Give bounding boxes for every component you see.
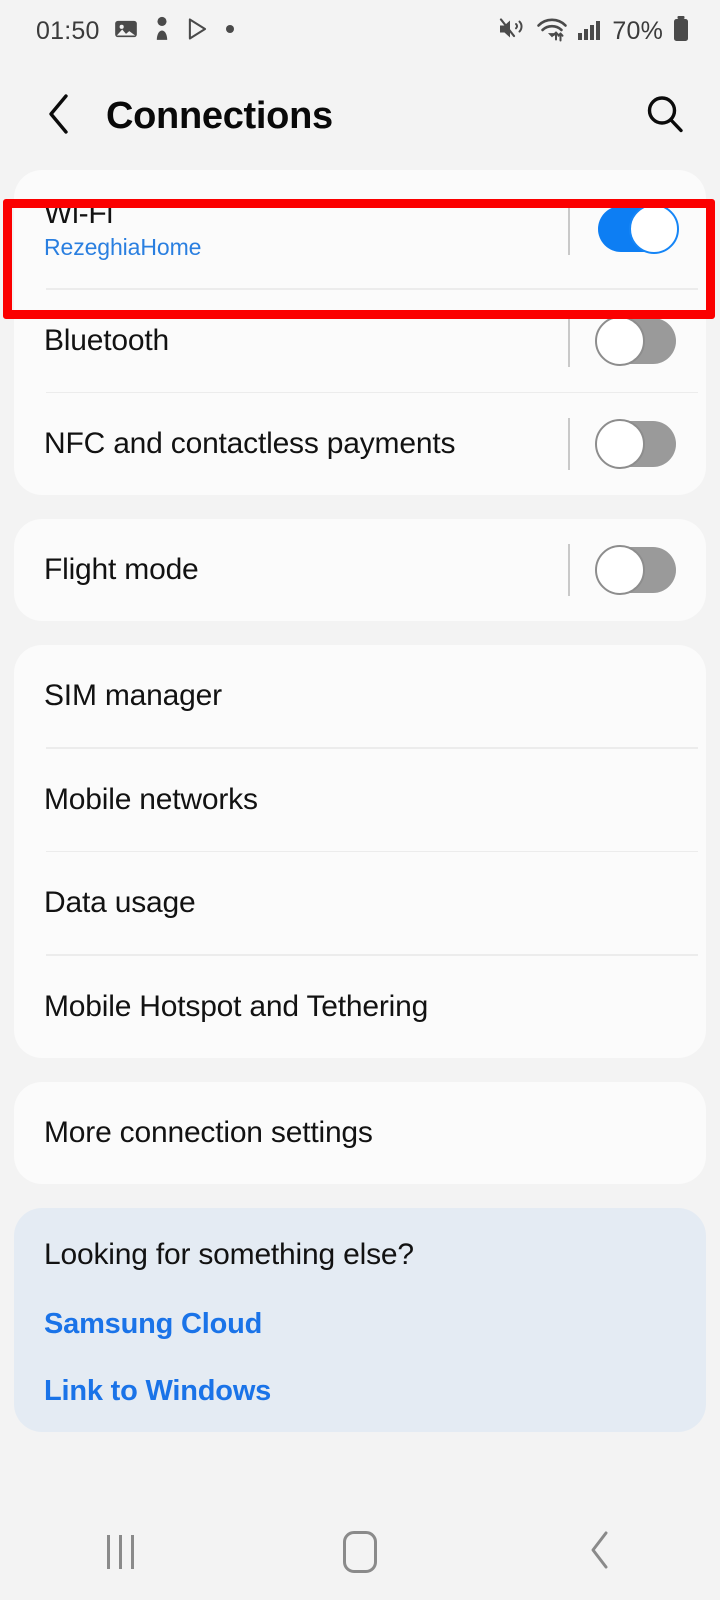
- back-chevron-icon: [587, 1530, 613, 1575]
- toggle-knob: [595, 419, 645, 469]
- battery-icon: [672, 15, 690, 48]
- row-title: More connection settings: [44, 1115, 373, 1149]
- search-button[interactable]: [640, 91, 690, 141]
- row-control-area: [568, 418, 676, 470]
- home-icon: [343, 1531, 377, 1573]
- battery-percent-label: 70%: [612, 16, 663, 45]
- settings-row-hotspot-tethering[interactable]: Mobile Hotspot and Tethering: [14, 956, 706, 1058]
- toggle-knob: [629, 204, 679, 254]
- row-title: Bluetooth: [44, 323, 169, 357]
- toggle-knob: [595, 315, 645, 366]
- app-bar: Connections: [0, 62, 720, 170]
- image-icon: [113, 16, 139, 47]
- row-title: NFC and contactless payments: [44, 427, 456, 461]
- recents-icon: [106, 1535, 134, 1569]
- play-store-icon: [185, 16, 211, 47]
- settings-scroll-area[interactable]: Wi-Fi RezeghiaHome Bluetooth NFC and con…: [0, 170, 720, 1504]
- wifi-transfer-icon: [536, 15, 568, 48]
- settings-row-sim-manager[interactable]: SIM manager: [14, 645, 706, 747]
- row-text-block: More connection settings: [44, 1116, 373, 1150]
- settings-row-bluetooth[interactable]: Bluetooth: [14, 290, 706, 392]
- mute-vibrate-icon: [497, 15, 527, 48]
- status-bar-left: 01:50: [36, 16, 236, 47]
- looking-for-something-else-card: Looking for something else? Samsung Clou…: [14, 1207, 706, 1432]
- settings-row-mobile-networks[interactable]: Mobile networks: [14, 749, 706, 851]
- settings-row-flight-mode[interactable]: Flight mode: [14, 519, 706, 621]
- row-text-block: SIM manager: [44, 679, 222, 713]
- chevron-left-icon: [44, 92, 74, 141]
- promo-content: Looking for something else? Samsung Clou…: [14, 1208, 706, 1432]
- row-title: SIM manager: [44, 679, 222, 713]
- row-subtitle: RezeghiaHome: [44, 234, 202, 261]
- row-title: Flight mode: [44, 553, 199, 587]
- wifi-toggle[interactable]: [598, 204, 679, 254]
- back-nav-button[interactable]: [545, 1517, 655, 1587]
- row-title: Mobile Hotspot and Tethering: [44, 989, 429, 1023]
- row-text-block: NFC and contactless payments: [44, 427, 455, 461]
- vertical-divider: [568, 544, 570, 596]
- settings-row-more-connection-settings[interactable]: More connection settings: [14, 1082, 706, 1184]
- row-text-block: Data usage: [44, 886, 196, 920]
- status-bar-clock: 01:50: [36, 16, 100, 45]
- status-bar-right: 70%: [497, 15, 690, 48]
- row-text-block: Mobile networks: [44, 783, 258, 817]
- settings-row-wifi[interactable]: Wi-Fi RezeghiaHome: [14, 170, 706, 288]
- page-title: Connections: [106, 94, 333, 137]
- settings-group-more: More connection settings: [14, 1081, 706, 1184]
- bluetooth-toggle[interactable]: [595, 315, 676, 366]
- vertical-divider: [568, 314, 570, 367]
- settings-list: Wi-Fi RezeghiaHome Bluetooth NFC and con…: [0, 170, 720, 1432]
- row-title: Wi-Fi: [44, 196, 113, 230]
- vertical-divider: [568, 203, 570, 255]
- row-text-block: Flight mode: [44, 553, 199, 587]
- vertical-divider: [568, 418, 570, 470]
- row-text-block: Bluetooth: [44, 324, 169, 358]
- flight-mode-toggle[interactable]: [595, 545, 676, 595]
- settings-group-wireless: Wi-Fi RezeghiaHome Bluetooth NFC and con…: [14, 170, 706, 495]
- promo-link-samsung-cloud[interactable]: Samsung Cloud: [44, 1308, 676, 1341]
- row-control-area: [568, 314, 676, 367]
- settings-group-network: SIM manager Mobile networks Data usage M…: [14, 645, 706, 1058]
- nfc-toggle[interactable]: [595, 419, 676, 469]
- row-text-block: Wi-Fi RezeghiaHome: [44, 197, 201, 261]
- row-title: Mobile networks: [44, 782, 258, 816]
- search-icon: [642, 91, 688, 142]
- system-navigation-bar: [0, 1504, 720, 1600]
- toggle-knob: [595, 545, 645, 595]
- recents-button[interactable]: [65, 1517, 175, 1587]
- settings-row-nfc[interactable]: NFC and contactless payments: [14, 393, 706, 495]
- status-bar: 01:50 70%: [0, 0, 720, 62]
- home-button[interactable]: [305, 1517, 415, 1587]
- settings-group-flight: Flight mode: [14, 519, 706, 621]
- person-icon: [152, 16, 172, 47]
- dot-icon: [224, 22, 236, 40]
- row-title: Data usage: [44, 886, 196, 920]
- settings-row-data-usage[interactable]: Data usage: [14, 852, 706, 954]
- row-text-block: Mobile Hotspot and Tethering: [44, 990, 428, 1024]
- row-control-area: [568, 544, 676, 596]
- row-control-area: [568, 203, 679, 255]
- signal-bars-icon: [577, 16, 603, 47]
- back-button[interactable]: [36, 93, 82, 139]
- promo-link-link-to-windows[interactable]: Link to Windows: [44, 1375, 676, 1408]
- promo-title: Looking for something else?: [44, 1237, 414, 1271]
